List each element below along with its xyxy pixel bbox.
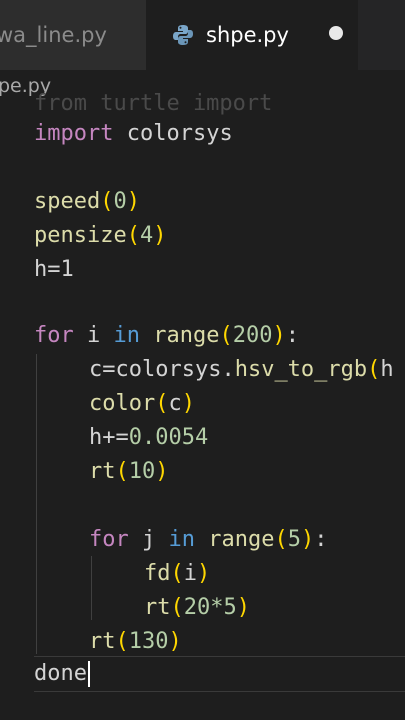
text-cursor — [87, 661, 90, 687]
code-line: rt(20*5) — [144, 595, 250, 620]
code-line: speed(0) — [34, 189, 140, 214]
tab-label: shpe.py — [206, 23, 289, 47]
code-editor[interactable]: from turtle import import colorsys speed… — [0, 86, 405, 720]
code-line: from turtle import — [34, 91, 273, 116]
code-line: for i in range(200): — [34, 323, 299, 348]
code-line: color(c) — [89, 391, 195, 416]
tab-wa-line[interactable]: wa_line.py — [0, 0, 146, 70]
tab-shpe[interactable]: shpe.py — [146, 0, 358, 70]
tab-bar: wa_line.py shpe.py — [0, 0, 405, 70]
code-line: c=colorsys.hsv_to_rgb(h — [89, 357, 394, 382]
code-line: h=1 — [34, 257, 74, 282]
code-line: pensize(4) — [34, 223, 167, 248]
unsaved-dot-icon[interactable] — [329, 26, 343, 40]
tab-bar-empty — [358, 0, 405, 70]
code-line: import colorsys — [34, 121, 233, 146]
code-line: rt(130) — [89, 629, 182, 654]
code-line: for j in range(5): — [89, 527, 328, 552]
tab-label: wa_line.py — [0, 23, 107, 47]
indent-guide — [36, 354, 37, 654]
code-line: h+=0.0054 — [89, 425, 209, 450]
python-icon — [173, 25, 193, 45]
code-line: fd(i) — [144, 561, 211, 586]
code-line: done — [34, 658, 90, 690]
indent-guide — [91, 556, 92, 620]
code-line: rt(10) — [89, 459, 169, 484]
